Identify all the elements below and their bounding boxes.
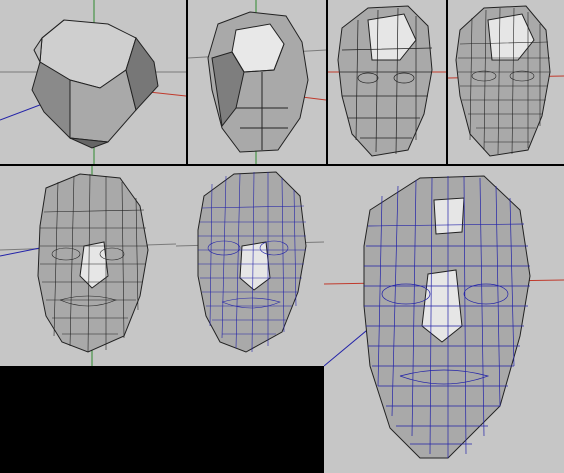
panel-stage-4 bbox=[448, 0, 564, 164]
final-head-icon bbox=[324, 175, 564, 459]
blockout-head-icon bbox=[188, 0, 326, 164]
panel-stage-3 bbox=[328, 0, 446, 164]
eyes-head-icon bbox=[448, 5, 564, 157]
modeling-stages-figure bbox=[0, 0, 564, 473]
panel-stage-7 bbox=[324, 166, 564, 473]
mouth-head-icon bbox=[0, 166, 176, 366]
refined-head-icon bbox=[176, 171, 324, 353]
panel-stage-5 bbox=[0, 166, 176, 366]
panel-stage-6 bbox=[176, 166, 324, 366]
cube-sphere-icon bbox=[0, 0, 186, 164]
panel-stage-1 bbox=[0, 0, 186, 164]
panel-stage-2 bbox=[188, 0, 326, 164]
eye-sockets-head-icon bbox=[328, 5, 446, 157]
